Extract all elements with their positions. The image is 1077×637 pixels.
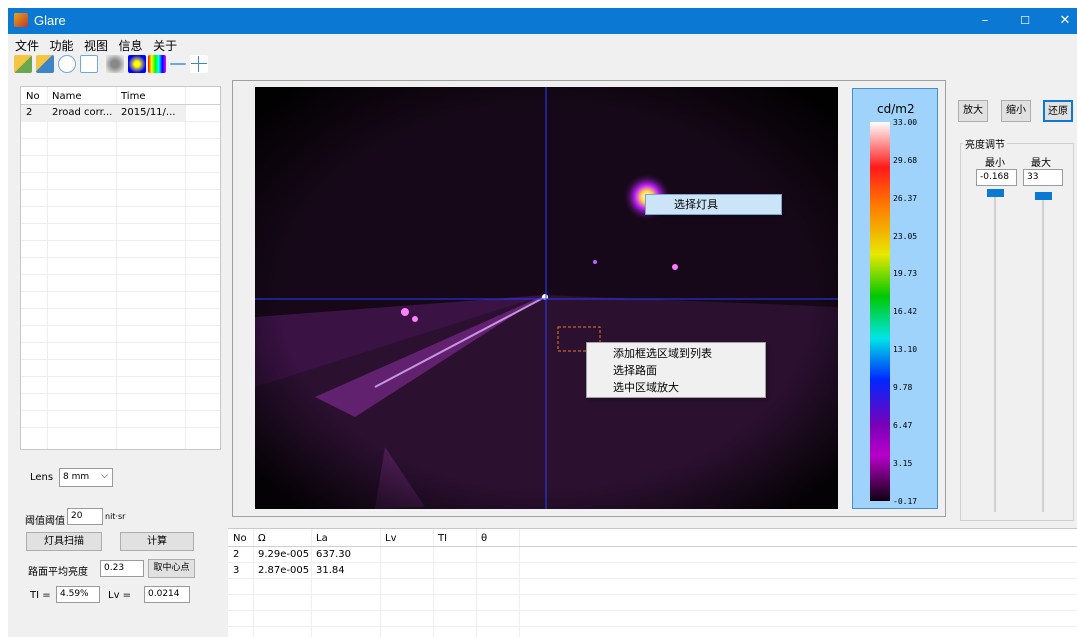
road-avg-field: 0.23: [100, 560, 144, 577]
brightness-group-title: 亮度调节: [963, 136, 1007, 151]
colorbar-tick: 6.47: [893, 421, 913, 430]
table-row[interactable]: 2 9.29e-005 637.30: [228, 548, 1077, 562]
lens-select[interactable]: 8 mm ⌵: [59, 468, 113, 487]
night-road-scene: [255, 87, 838, 509]
menu-about[interactable]: 关于: [153, 37, 177, 54]
lv-label: Lv =: [108, 590, 132, 601]
column-header-name[interactable]: Name: [52, 91, 82, 102]
minimize-button[interactable]: –: [965, 8, 1005, 34]
column-header-no[interactable]: No: [26, 91, 40, 102]
maximize-button[interactable]: ☐: [1005, 8, 1045, 34]
colorbar-tick: 3.15: [893, 459, 913, 468]
max-slider-thumb[interactable]: [1035, 192, 1052, 200]
table-row[interactable]: 2 2road corr... 2015/11/...: [21, 105, 185, 121]
column-header-time[interactable]: Time: [121, 91, 145, 102]
crosshair-icon[interactable]: [190, 55, 208, 73]
colormap-icon[interactable]: [148, 55, 166, 73]
table-row[interactable]: 3 2.87e-005 31.84: [228, 564, 1077, 578]
pick-center-button[interactable]: 取中心点: [148, 559, 195, 578]
road-avg-label: 路面平均亮度: [28, 567, 88, 578]
column-header-omega[interactable]: Ω: [258, 533, 266, 544]
colorbar-gradient: [870, 122, 890, 501]
window-title: Glare: [34, 13, 66, 28]
close-button[interactable]: ✕: [1045, 8, 1077, 34]
menu-info[interactable]: 信息: [119, 37, 143, 54]
column-header-no[interactable]: No: [233, 533, 247, 544]
edit-icon[interactable]: [36, 55, 54, 73]
open-image-icon[interactable]: [14, 55, 32, 73]
colorbar-tick: -0.17: [893, 497, 918, 506]
column-header-theta[interactable]: θ: [481, 533, 487, 544]
restore-button[interactable]: 还原: [1043, 100, 1073, 122]
pseudocolor-icon[interactable]: [128, 55, 146, 73]
lv-field: 0.0214: [144, 586, 190, 603]
colorbar-tick: 29.68: [893, 156, 918, 165]
image-file-list[interactable]: No Name Time 2 2road corr... 2015/11/...: [20, 86, 221, 450]
colorbar-tick: 16.42: [893, 307, 918, 316]
colorbar-tick: 13.10: [893, 345, 918, 354]
menu-view[interactable]: 视图: [84, 37, 108, 54]
colorbar-tick: 23.05: [893, 232, 918, 241]
lens-label: Lens: [30, 472, 54, 483]
threshold-label: 阈值阈值: [25, 516, 65, 527]
column-header-ti[interactable]: TI: [438, 533, 447, 544]
lamp-context-menu: 选择灯具: [645, 194, 782, 215]
ti-label: TI =: [30, 590, 51, 601]
min-label: 最小: [985, 158, 1005, 169]
calculate-button[interactable]: 计算: [120, 532, 194, 551]
min-slider-thumb[interactable]: [987, 189, 1004, 197]
title-bar[interactable]: Glare – ☐ ✕: [8, 8, 1077, 34]
max-slider-track[interactable]: [1042, 196, 1044, 512]
threshold-input[interactable]: 20: [67, 508, 103, 525]
colorbar-tick: 19.73: [893, 269, 918, 278]
road-context-menu: 添加框选区域到列表 选择路面 选中区域放大: [586, 342, 766, 398]
column-header-lv[interactable]: Lv: [385, 533, 397, 544]
zoom-selection-menu-item[interactable]: 选中区域放大: [587, 379, 765, 396]
lamp-scan-button[interactable]: 灯具扫描: [26, 532, 102, 551]
lens-select-value: 8 mm: [63, 472, 90, 482]
zoom-out-button[interactable]: 缩小: [1001, 100, 1031, 122]
menu-bar: 文件 功能 视图 信息 关于: [8, 37, 177, 53]
colorbar-panel: [852, 88, 938, 509]
column-header-la[interactable]: La: [316, 533, 328, 544]
threshold-unit: nit·sr: [105, 512, 126, 521]
brightness-group: [960, 143, 1074, 521]
line-tool-icon[interactable]: [170, 63, 186, 65]
chevron-down-icon: ⌵: [101, 471, 108, 481]
min-value-input[interactable]: -0.168: [976, 169, 1017, 186]
ellipse-select-icon[interactable]: [58, 55, 76, 73]
ti-field: 4.59%: [56, 586, 100, 603]
results-table[interactable]: No Ω La Lv TI θ 2 9.29e-005 637.30 3 2.8…: [228, 528, 1077, 637]
colorbar-unit: cd/m2: [877, 102, 915, 116]
max-label: 最大: [1031, 158, 1051, 169]
select-road-menu-item[interactable]: 选择路面: [587, 362, 765, 379]
select-lamp-menu-item[interactable]: 选择灯具: [646, 195, 781, 214]
max-value-input[interactable]: 33: [1023, 169, 1063, 186]
colorbar-tick: 33.00: [893, 118, 918, 127]
menu-file[interactable]: 文件: [15, 37, 39, 54]
min-slider-track[interactable]: [994, 196, 996, 512]
add-selection-to-list-menu-item[interactable]: 添加框选区域到列表: [587, 345, 765, 362]
colorbar-tick: 9.78: [893, 383, 913, 392]
app-icon: [14, 13, 28, 27]
grayscale-icon[interactable]: [106, 55, 124, 73]
colorbar-tick: 26.37: [893, 194, 918, 203]
luminance-image[interactable]: [255, 87, 838, 509]
rect-select-icon[interactable]: [80, 55, 98, 73]
zoom-in-button[interactable]: 放大: [958, 100, 988, 122]
menu-function[interactable]: 功能: [50, 37, 74, 54]
